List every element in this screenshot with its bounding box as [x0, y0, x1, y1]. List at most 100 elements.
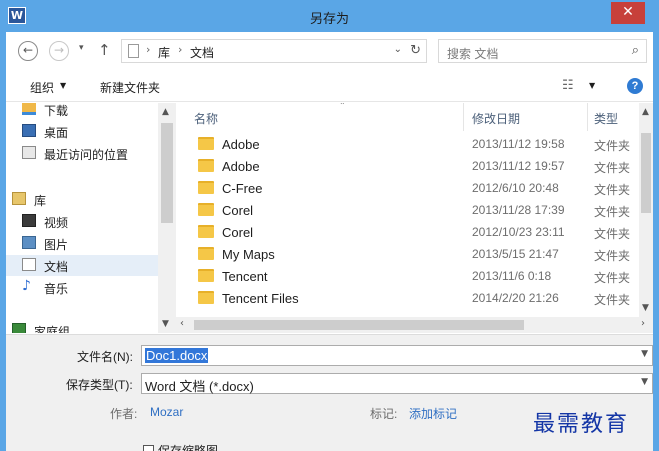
recent-places-icon — [22, 146, 36, 159]
file-date: 2013/11/28 17:39 — [472, 203, 565, 217]
nav-item-music[interactable]: ♪ 音乐 — [6, 277, 158, 298]
search-input[interactable]: 搜索 文档 — [447, 45, 498, 62]
file-row[interactable]: Adobe 2013/11/12 19:57 文件夹 — [176, 155, 639, 177]
new-folder-button[interactable]: 新建文件夹 — [100, 79, 160, 96]
file-name: Adobe — [222, 159, 260, 174]
file-name: Adobe — [222, 137, 260, 152]
scroll-left-icon[interactable]: ‹ — [180, 318, 184, 329]
author-label: 作者: — [110, 407, 138, 421]
file-type: 文件夹 — [594, 161, 631, 175]
breadcrumb-separator[interactable]: › — [146, 43, 150, 56]
folder-icon — [198, 159, 214, 172]
scrollbar-thumb[interactable] — [161, 123, 173, 223]
watermark-text: 最需教育 — [533, 412, 630, 437]
file-row[interactable]: Corel 2012/10/23 23:11 文件夹 — [176, 221, 639, 243]
file-row[interactable]: My Maps 2013/5/15 21:47 文件夹 — [176, 243, 639, 265]
breadcrumb-library[interactable]: 库 — [158, 44, 170, 61]
nav-item-pictures[interactable]: 图片 — [6, 233, 158, 254]
author-value[interactable]: Mozar — [150, 405, 183, 419]
folder-icon — [198, 203, 214, 216]
file-name: My Maps — [222, 247, 275, 262]
file-date: 2013/11/6 0:18 — [472, 269, 552, 283]
file-list-horizontal-scrollbar[interactable]: ‹ › — [176, 317, 653, 333]
folder-icon — [198, 225, 214, 238]
scroll-down-icon[interactable]: ▼ — [642, 303, 649, 313]
chevron-down-icon[interactable]: ▼ — [641, 377, 648, 387]
file-row[interactable]: Adobe 2013/11/12 19:58 文件夹 — [176, 133, 639, 155]
file-type: 文件夹 — [594, 293, 631, 307]
scrollbar-thumb[interactable] — [194, 320, 524, 330]
nav-item-label: 音乐 — [44, 282, 69, 296]
view-options-icon[interactable]: ☷ — [562, 78, 574, 93]
nav-item-label: 文档 — [44, 260, 69, 274]
forward-button[interactable]: → — [49, 41, 69, 61]
save-thumbnail-checkbox[interactable] — [143, 445, 154, 451]
window-title: 另存为 — [309, 11, 349, 26]
nav-item-desktop[interactable]: 桌面 — [6, 121, 158, 142]
add-tags-link[interactable]: 添加标记 — [409, 405, 457, 422]
file-type: 文件夹 — [594, 249, 631, 263]
chevron-down-icon[interactable]: ⌄ — [394, 44, 402, 55]
search-box[interactable]: 搜索 文档 ⌕ — [438, 39, 647, 63]
column-header-type[interactable]: 类型 — [594, 103, 639, 131]
column-divider[interactable] — [463, 103, 464, 131]
back-button[interactable]: ← — [18, 41, 38, 61]
scroll-up-icon[interactable]: ▲ — [642, 107, 649, 117]
file-date: 2014/2/20 21:26 — [472, 291, 559, 305]
navigation-pane: 下载 桌面 最近访问的位置 库 视频 图片 文档 ♪ 音乐 家庭组 — [6, 103, 176, 333]
save-as-dialog: W 另存为 ✕ ← → ▾ ↑ › 库 › 文档 ⌄ ↻ 搜索 文档 ⌕ 组织 … — [0, 0, 659, 451]
search-icon[interactable]: ⌕ — [632, 43, 639, 58]
file-type: 文件夹 — [594, 139, 631, 153]
column-divider[interactable] — [587, 103, 588, 131]
save-thumbnail-label[interactable]: 保存缩略图 — [158, 442, 218, 451]
breadcrumb-documents[interactable]: 文档 — [190, 44, 214, 61]
pictures-icon — [22, 236, 36, 249]
file-row[interactable]: Corel 2013/11/28 17:39 文件夹 — [176, 199, 639, 221]
filename-label: 文件名(N): — [77, 350, 133, 364]
nav-item-libraries[interactable]: 库 — [6, 189, 158, 210]
refresh-icon[interactable]: ↻ — [410, 43, 421, 58]
file-type: 文件夹 — [594, 183, 631, 197]
breadcrumb-separator[interactable]: › — [178, 43, 182, 56]
scrollbar-thumb[interactable] — [641, 133, 651, 213]
close-button[interactable]: ✕ — [611, 2, 645, 24]
file-date: 2013/5/15 21:47 — [472, 247, 559, 261]
nav-item-recent-places[interactable]: 最近访问的位置 — [6, 143, 158, 164]
column-header-type-label: 类型 — [594, 112, 619, 126]
nav-pane-scrollbar[interactable]: ▲ ▼ — [158, 103, 176, 333]
file-name: C-Free — [222, 181, 263, 196]
nav-item-documents[interactable]: 文档 — [6, 255, 158, 276]
file-type: 文件夹 — [594, 227, 631, 241]
chevron-down-icon[interactable]: ▼ — [641, 349, 648, 359]
nav-item-homegroup[interactable]: 家庭组 — [6, 320, 158, 333]
save-type-label: 保存类型(T): — [66, 378, 133, 392]
organize-button[interactable]: 组织 — [30, 79, 54, 96]
address-bar[interactable]: › 库 › 文档 ⌄ ↻ — [121, 39, 427, 63]
file-name: Tencent Files — [222, 291, 299, 306]
filename-value[interactable]: Doc1.docx — [145, 348, 209, 363]
recent-locations-dropdown-icon[interactable]: ▾ — [79, 43, 84, 53]
nav-item-downloads[interactable]: 下载 — [6, 103, 158, 120]
sort-ascending-icon: ⌃ — [339, 103, 346, 110]
command-toolbar: 组织 ▼ 新建文件夹 ☷ ▼ ? — [6, 70, 653, 102]
chevron-down-icon[interactable]: ▼ — [589, 81, 595, 90]
scroll-up-icon[interactable]: ▲ — [162, 107, 169, 117]
file-name: Corel — [222, 225, 254, 240]
chevron-down-icon[interactable]: ▼ — [60, 81, 66, 90]
file-type: 文件夹 — [594, 205, 631, 219]
column-header-name[interactable]: ⌃ 名称 — [194, 103, 464, 131]
file-type: 文件夹 — [594, 271, 631, 285]
filename-field[interactable]: Doc1.docx ▼ — [141, 345, 653, 366]
column-header-date[interactable]: 修改日期 — [472, 103, 590, 131]
file-list-scrollbar[interactable]: ▲ ▼ — [639, 103, 653, 317]
scroll-down-icon[interactable]: ▼ — [162, 319, 169, 329]
save-type-select[interactable]: Word 文档 (*.docx) ▼ — [141, 373, 653, 394]
file-row[interactable]: Tencent 2013/11/6 0:18 文件夹 — [176, 265, 639, 287]
file-row[interactable]: C-Free 2012/6/10 20:48 文件夹 — [176, 177, 639, 199]
scroll-right-icon[interactable]: › — [641, 318, 645, 329]
file-row[interactable]: Tencent Files 2014/2/20 21:26 文件夹 — [176, 287, 639, 309]
nav-item-videos[interactable]: 视频 — [6, 211, 158, 232]
address-row: ← → ▾ ↑ › 库 › 文档 ⌄ ↻ 搜索 文档 ⌕ — [6, 32, 653, 70]
up-arrow-icon[interactable]: ↑ — [98, 41, 111, 59]
help-icon[interactable]: ? — [627, 78, 643, 94]
